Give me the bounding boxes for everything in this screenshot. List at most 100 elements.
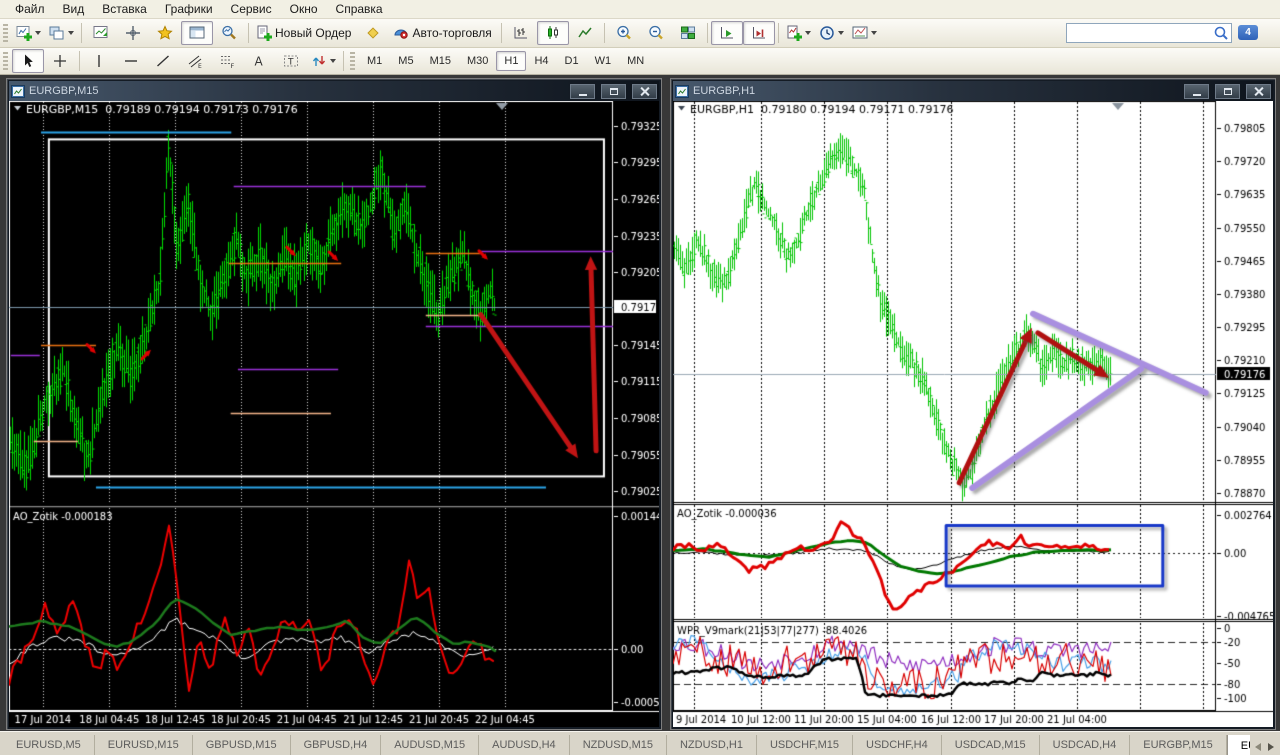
toolbar-grip[interactable]: [3, 24, 8, 42]
tabs-scroll-left[interactable]: [1250, 738, 1265, 755]
notification-badge[interactable]: 4: [1238, 25, 1258, 40]
svg-text:A: A: [255, 55, 264, 69]
new-chart-button[interactable]: [12, 21, 45, 45]
chart-tab-eurusd-m5[interactable]: EURUSD,M5: [3, 735, 95, 755]
minimize-button[interactable]: [1184, 83, 1209, 99]
chart-tab-nzdusd-m15[interactable]: NZDUSD,M15: [570, 735, 667, 755]
timeframe-m15-button[interactable]: M15: [422, 51, 459, 71]
left-chart-canvas[interactable]: [9, 101, 659, 727]
toolbar-standard: Новый Ордер Авто-торговля 4: [0, 19, 1280, 48]
menu-item-[interactable]: Вставка: [93, 1, 156, 17]
arrows-tool-icon: [312, 56, 326, 66]
timeframe-mn-button[interactable]: MN: [619, 51, 652, 71]
arrows-tool-button[interactable]: [307, 49, 340, 73]
chart-tab-eurgbp-m15[interactable]: EURGBP,M15: [1130, 735, 1227, 755]
menu-item-[interactable]: Вид: [54, 1, 94, 17]
window-titlebar[interactable]: EURGBP,M15: [9, 81, 659, 101]
market-watch-button[interactable]: [85, 21, 117, 45]
right-chart-canvas[interactable]: [673, 101, 1273, 727]
indicators-button[interactable]: [782, 21, 815, 45]
vertical-line-button[interactable]: [83, 49, 115, 73]
menu-item-[interactable]: Справка: [327, 1, 392, 17]
tile-windows-button[interactable]: [672, 21, 704, 45]
trendline-button[interactable]: [147, 49, 179, 73]
close-button[interactable]: [632, 83, 657, 99]
menubar: Файл Вид Вставка Графики Сервис Окно Справка: [0, 0, 1280, 19]
chart-tab-usdchf-m15[interactable]: USDCHF,M15: [757, 735, 854, 755]
templates-button[interactable]: [848, 21, 881, 45]
bar-chart-button[interactable]: [505, 21, 537, 45]
chart-shift-button[interactable]: [742, 21, 775, 45]
timeframe-m30-button[interactable]: M30: [459, 51, 496, 71]
fibonacci-button[interactable]: F: [211, 49, 243, 73]
dropdown-caret-icon: [870, 31, 877, 35]
timeframe-m5-button[interactable]: M5: [390, 51, 421, 71]
toolbar-separator: [603, 23, 605, 43]
toolbar-grip[interactable]: [3, 52, 8, 70]
chart-tab-usdcad-h4[interactable]: USDCAD,H4: [1040, 735, 1131, 755]
horizontal-line-button[interactable]: [115, 49, 147, 73]
chart-tab-audusd-m15[interactable]: AUDUSD,M15: [381, 735, 480, 755]
menu-item-[interactable]: Сервис: [222, 1, 281, 17]
zoom-out-button[interactable]: [640, 21, 672, 45]
timeframe-h1-button[interactable]: H1: [496, 51, 527, 71]
window-titlebar[interactable]: EURGBP,H1: [673, 81, 1273, 101]
search-box: [1066, 23, 1232, 43]
chart-tab-eurgbp-h1[interactable]: EURGBP,H1: [1226, 735, 1250, 755]
menu-item-[interactable]: Окно: [281, 1, 327, 17]
toolbar-drawing: E F A T M1 M5 M15 M30 H1 H4 D1 W1 MN: [0, 48, 1280, 75]
channel-button[interactable]: E: [179, 49, 211, 73]
svg-text:E: E: [198, 63, 202, 69]
timeframe-w1-button[interactable]: W1: [587, 51, 620, 71]
new-order-button[interactable]: Новый Ордер: [252, 21, 357, 45]
autoscroll-button[interactable]: [710, 21, 743, 45]
text-label-button[interactable]: T: [275, 49, 307, 73]
maximize-button[interactable]: [601, 83, 626, 99]
tabs-scroll-right[interactable]: [1265, 738, 1280, 755]
new-order-icon: [257, 25, 272, 41]
text-tool-button[interactable]: A: [243, 49, 275, 73]
bar-chart-icon: [514, 27, 527, 39]
chart-tab-usdcad-m15[interactable]: USDCAD,M15: [942, 735, 1040, 755]
chart-tab-eurusd-m15[interactable]: EURUSD,M15: [95, 735, 193, 755]
menu-item-[interactable]: Файл: [6, 1, 54, 17]
profiles-button[interactable]: [45, 21, 78, 45]
line-chart-icon: [578, 27, 592, 38]
data-window-button[interactable]: [117, 21, 149, 45]
terminal-button[interactable]: [181, 21, 213, 45]
chart-window-eurgbp-m15: EURGBP,M15: [6, 78, 662, 730]
metaeditor-button[interactable]: [357, 21, 389, 45]
search-input[interactable]: [1067, 26, 1213, 40]
candlestick-chart-button[interactable]: [536, 21, 569, 45]
timeframe-d1-button[interactable]: D1: [557, 51, 587, 71]
svg-text:F: F: [231, 62, 235, 69]
toolbar-grip[interactable]: [350, 52, 355, 70]
maximize-button[interactable]: [1215, 83, 1240, 99]
search-icon[interactable]: [1213, 25, 1229, 41]
navigator-button[interactable]: [149, 21, 181, 45]
strategy-tester-button[interactable]: [213, 21, 245, 45]
cursor-button[interactable]: [12, 49, 44, 73]
minimize-button[interactable]: [570, 83, 595, 99]
toolbar-separator: [500, 23, 502, 43]
toolbar-separator: [706, 23, 708, 43]
toolbar-separator: [343, 51, 344, 71]
chart-tab-gbpusd-m15[interactable]: GBPUSD,M15: [193, 735, 291, 755]
timeframe-h4-button[interactable]: H4: [526, 51, 556, 71]
chart-tab-gbpusd-h4[interactable]: GBPUSD,H4: [291, 735, 382, 755]
line-chart-button[interactable]: [569, 21, 601, 45]
close-icon: [1254, 87, 1263, 96]
channel-icon: E: [188, 55, 202, 69]
chart-tabbar: EURUSD,M5 EURUSD,M15 GBPUSD,M15 GBPUSD,H4 AU…: [0, 731, 1280, 755]
crosshair-tool-button[interactable]: [44, 49, 76, 73]
timeframe-m1-button[interactable]: M1: [359, 51, 390, 71]
chart-tab-audusd-h4[interactable]: AUDUSD,H4: [479, 735, 570, 755]
autotrade-button[interactable]: Авто-торговля: [389, 21, 497, 45]
zoom-in-button[interactable]: [608, 21, 640, 45]
periods-button[interactable]: [815, 21, 848, 45]
menu-item-[interactable]: Графики: [156, 1, 222, 17]
fibonacci-icon: F: [221, 56, 235, 69]
chart-tab-usdchf-h4[interactable]: USDCHF,H4: [853, 735, 942, 755]
close-button[interactable]: [1246, 83, 1271, 99]
chart-tab-nzdusd-h1[interactable]: NZDUSD,H1: [667, 735, 757, 755]
